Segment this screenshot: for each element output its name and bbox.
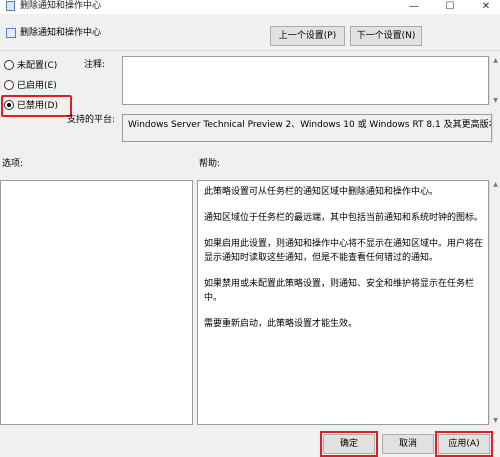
policy-setting-icon bbox=[6, 28, 16, 38]
header-divider bbox=[0, 50, 500, 51]
options-label: 选项: bbox=[2, 159, 24, 169]
help-paragraph: 如果禁用或未配置此策略设置，则通知、安全和维护将显示在任务栏中。 bbox=[204, 279, 475, 303]
radio-circle[interactable] bbox=[4, 79, 14, 90]
radio-circle[interactable] bbox=[4, 59, 14, 70]
comment-label: 注释: bbox=[84, 60, 106, 70]
close-button[interactable]: ✕ bbox=[476, 0, 496, 14]
help-paragraph: 如果启用此设置，则通知和操作中心将不显示在通知区域中。用户将在显示通知时读取这些… bbox=[204, 239, 484, 263]
scroll-up-icon[interactable]: ▲ bbox=[490, 56, 500, 65]
radio-label: 已启用(E) bbox=[17, 81, 57, 91]
platform-label: 支持的平台: bbox=[67, 115, 116, 125]
ok-button[interactable]: 确定 bbox=[323, 434, 375, 454]
maximize-button[interactable]: ☐ bbox=[440, 0, 460, 14]
apply-button[interactable]: 应用(A) bbox=[438, 434, 490, 454]
help-scrollbar[interactable]: ▲ ▼ bbox=[489, 180, 500, 425]
platform-scrollbar[interactable] bbox=[492, 114, 500, 142]
cancel-button[interactable]: 取消 bbox=[382, 434, 434, 454]
scroll-down-icon[interactable]: ▼ bbox=[490, 96, 500, 105]
policy-window-icon bbox=[6, 1, 15, 11]
help-label: 帮助: bbox=[199, 159, 221, 169]
disabled-highlight-frame bbox=[1, 95, 72, 117]
minimize-button[interactable]: — bbox=[404, 0, 424, 14]
radio-not-configured[interactable]: 未配置(C) bbox=[4, 59, 57, 73]
help-pane: 此策略设置可从任务栏的通知区域中删除通知和操作中心。 通知区域位于任务栏的最远端… bbox=[197, 180, 489, 425]
help-paragraph: 此策略设置可从任务栏的通知区域中删除通知和操作中心。 bbox=[204, 187, 439, 197]
comment-scrollbar[interactable]: ▲ ▼ bbox=[489, 56, 500, 105]
radio-enabled[interactable]: 已启用(E) bbox=[4, 79, 57, 93]
radio-label: 未配置(C) bbox=[17, 61, 58, 71]
scroll-down-icon[interactable]: ▼ bbox=[490, 416, 500, 425]
next-setting-button[interactable]: 下一个设置(N) bbox=[350, 26, 422, 46]
options-pane bbox=[0, 180, 193, 425]
help-paragraph: 通知区域位于任务栏的最远端，其中包括当前通知和系统时钟的图标。 bbox=[204, 213, 484, 223]
policy-name: 删除通知和操作中心 bbox=[20, 28, 102, 38]
comment-input[interactable] bbox=[122, 56, 489, 105]
previous-setting-button[interactable]: 上一个设置(P) bbox=[270, 26, 345, 46]
help-paragraph: 需要重新启动，此策略设置才能生效。 bbox=[204, 319, 358, 329]
scroll-up-icon[interactable]: ▲ bbox=[490, 180, 500, 189]
window-title: 删除通知和操作中心 bbox=[20, 1, 102, 11]
platform-value: Windows Server Technical Preview 2、Windo… bbox=[122, 114, 492, 142]
